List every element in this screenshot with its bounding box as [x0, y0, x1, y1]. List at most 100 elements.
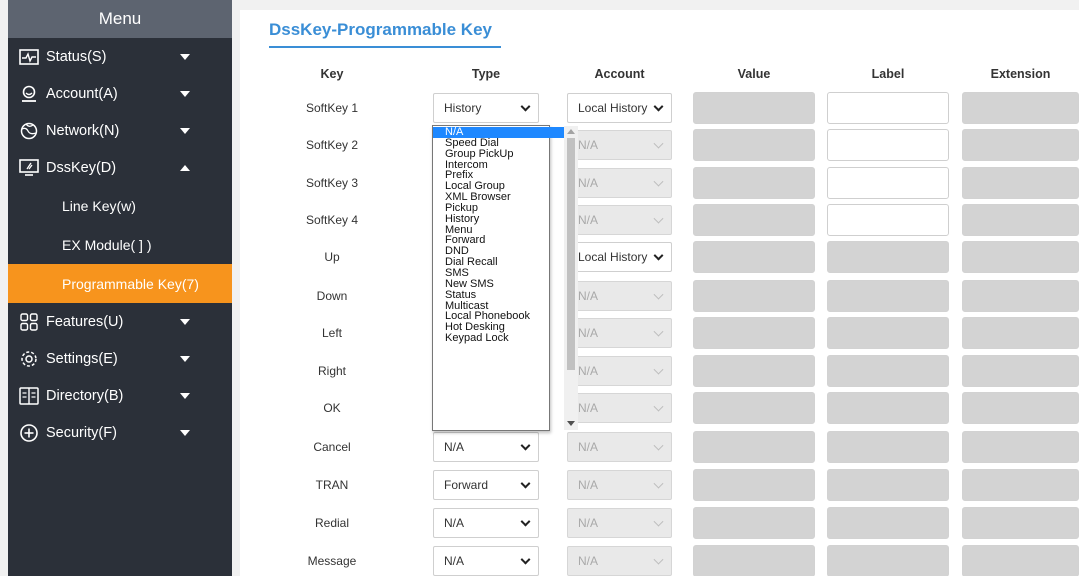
sub-programmable-key[interactable]: Programmable Key(7) — [8, 264, 232, 303]
account-select-value: N/A — [578, 516, 599, 530]
label-field — [827, 280, 949, 312]
dropdown-option[interactable]: History — [433, 213, 564, 225]
account-select: N/A — [567, 508, 672, 538]
nav-settings-label: Settings(E) — [46, 350, 118, 367]
title-underline — [269, 46, 501, 48]
account-select-value: Local History — [578, 101, 648, 115]
type-select-value: N/A — [444, 440, 465, 454]
chevron-up-icon — [180, 164, 190, 171]
type-dropdown-list[interactable]: N/A Speed Dial Group PickUp Intercom Prefix L… — [432, 125, 578, 431]
nav-security-label: Security(F) — [46, 424, 117, 441]
extension-field — [962, 129, 1079, 161]
value-field — [693, 317, 815, 349]
extension-field — [962, 280, 1079, 312]
type-select[interactable]: N/A — [433, 546, 539, 576]
extension-field — [962, 204, 1079, 236]
extension-field — [962, 469, 1079, 501]
account-select: N/A — [567, 318, 672, 348]
page-title: DssKey-Programmable Key — [269, 20, 492, 39]
type-select[interactable]: N/A — [433, 432, 539, 462]
nav-dsskey-label: DssKey(D) — [46, 159, 117, 176]
label-field[interactable] — [827, 92, 949, 124]
features-icon — [18, 312, 40, 332]
dropdown-option[interactable]: Keypad Lock — [433, 333, 564, 344]
value-field — [693, 469, 815, 501]
dropdown-option[interactable]: Group PickUp — [433, 148, 564, 160]
nav-security[interactable]: Security(F) — [8, 414, 232, 451]
value-field — [693, 241, 815, 273]
account-select-value: N/A — [578, 440, 599, 454]
account-select[interactable]: Local History — [567, 242, 672, 272]
table-row: Message N/A N/A — [240, 543, 1079, 576]
extension-field — [962, 241, 1079, 273]
table-row: OK N/A — [240, 390, 1079, 427]
key-name: SoftKey 3 — [305, 176, 359, 190]
chevron-down-icon — [653, 250, 664, 261]
chevron-down-icon — [653, 289, 664, 300]
account-select: N/A — [567, 356, 672, 386]
extension-field — [962, 392, 1079, 424]
type-select[interactable]: History — [433, 93, 539, 123]
label-field — [827, 355, 949, 387]
scroll-down-icon[interactable] — [567, 421, 575, 426]
dsskey-icon — [18, 158, 40, 178]
extension-field — [962, 431, 1079, 463]
label-field[interactable] — [827, 204, 949, 236]
label-field — [827, 317, 949, 349]
nav-settings[interactable]: Settings(E) — [8, 340, 232, 377]
col-header-type: Type — [471, 67, 501, 81]
account-select-value: N/A — [578, 213, 599, 227]
key-name: TRAN — [315, 478, 349, 492]
col-header-extension: Extension — [990, 67, 1051, 81]
account-select[interactable]: Local History — [567, 93, 672, 123]
nav-status-label: Status(S) — [46, 48, 107, 65]
sub-ex-module[interactable]: EX Module( ] ) — [8, 225, 232, 264]
value-field — [693, 129, 815, 161]
table-row: Cancel N/A N/A — [240, 429, 1079, 466]
value-field — [693, 280, 815, 312]
scroll-up-icon[interactable] — [567, 129, 575, 134]
account-select: N/A — [567, 168, 672, 198]
table-row: SoftKey 1 History Local History — [240, 90, 1079, 127]
dropdown-option[interactable]: Status — [433, 289, 564, 301]
extension-field — [962, 317, 1079, 349]
nav-features[interactable]: Features(U) — [8, 303, 232, 340]
label-field[interactable] — [827, 167, 949, 199]
key-name: Left — [321, 326, 342, 340]
chevron-down-icon — [180, 429, 190, 436]
nav-directory[interactable]: Directory(B) — [8, 377, 232, 414]
type-select[interactable]: N/A — [433, 508, 539, 538]
label-field — [827, 469, 949, 501]
chevron-down-icon — [180, 127, 190, 134]
chevron-down-icon — [653, 554, 664, 565]
scroll-thumb[interactable] — [567, 138, 575, 370]
dropdown-scrollbar[interactable] — [564, 126, 578, 430]
sub-line-key[interactable]: Line Key(w) — [8, 186, 232, 225]
account-select: N/A — [567, 205, 672, 235]
nav-dsskey[interactable]: DssKey(D) — [8, 149, 232, 186]
nav-account[interactable]: Account(A) — [8, 75, 232, 112]
chevron-down-icon — [520, 101, 531, 112]
nav-network-label: Network(N) — [46, 122, 120, 139]
chevron-down-icon — [653, 101, 664, 112]
chevron-down-icon — [520, 554, 531, 565]
account-select: N/A — [567, 281, 672, 311]
key-name: SoftKey 1 — [305, 101, 359, 115]
key-name: Message — [307, 554, 357, 568]
chevron-down-icon — [653, 138, 664, 149]
label-field[interactable] — [827, 129, 949, 161]
status-icon — [18, 47, 40, 67]
account-select: N/A — [567, 130, 672, 160]
account-select: N/A — [567, 393, 672, 423]
chevron-down-icon — [653, 401, 664, 412]
label-field — [827, 507, 949, 539]
nav-features-label: Features(U) — [46, 313, 124, 330]
nav-network[interactable]: Network(N) — [8, 112, 232, 149]
value-field — [693, 545, 815, 576]
menu-title: Menu — [8, 0, 232, 38]
extension-field — [962, 545, 1079, 576]
account-select-value: N/A — [578, 364, 599, 378]
nav-status[interactable]: Status(S) — [8, 38, 232, 75]
type-select[interactable]: Forward — [433, 470, 539, 500]
extension-field — [962, 92, 1079, 124]
